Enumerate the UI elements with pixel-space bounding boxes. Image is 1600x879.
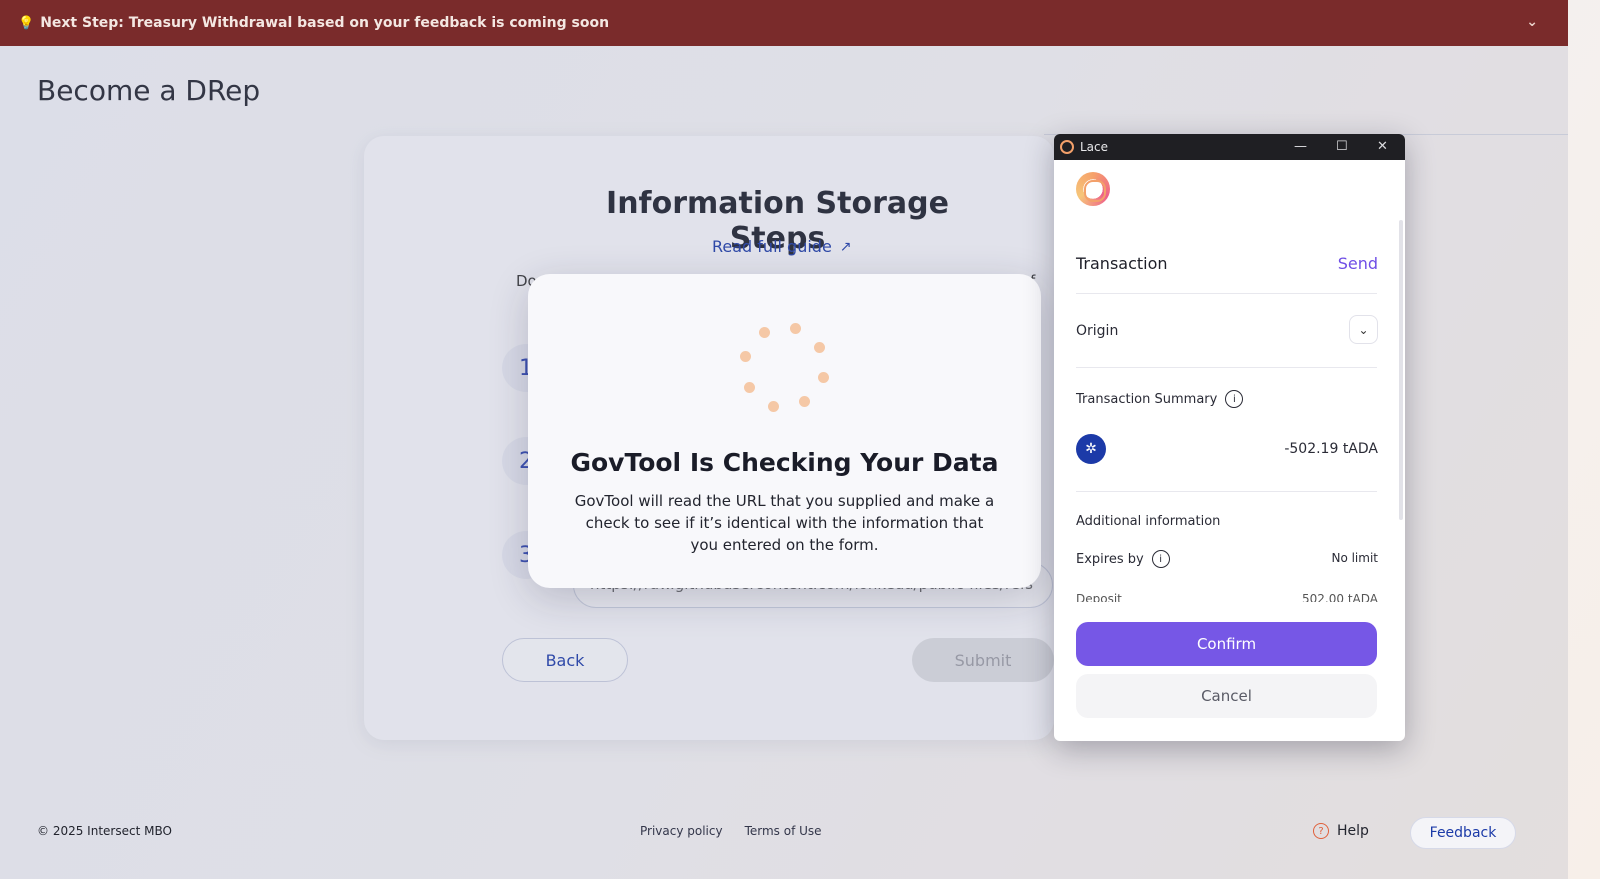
- modal-title: GovTool Is Checking Your Data: [570, 448, 999, 477]
- terms-of-use-link[interactable]: Terms of Use: [745, 824, 822, 838]
- lace-window-title: Lace: [1080, 140, 1109, 154]
- origin-label: Origin: [1076, 323, 1119, 339]
- info-icon[interactable]: i: [1225, 390, 1244, 408]
- close-icon[interactable]: ✕: [1377, 139, 1388, 154]
- lace-app-icon: [1060, 140, 1074, 154]
- divider: [1076, 491, 1377, 492]
- transaction-heading: Transaction: [1076, 254, 1168, 273]
- divider: [1076, 367, 1377, 368]
- chevron-down-icon[interactable]: ⌄: [1526, 14, 1538, 30]
- transaction-amount: -502.19 tADA: [1284, 441, 1378, 457]
- banner-text: Next Step: Treasury Withdrawal based on …: [40, 15, 610, 31]
- origin-expand-button[interactable]: ⌄: [1349, 315, 1378, 344]
- feedback-button[interactable]: Feedback: [1410, 817, 1516, 849]
- info-icon[interactable]: i: [1151, 550, 1170, 568]
- privacy-policy-link[interactable]: Privacy policy: [640, 824, 723, 838]
- checking-data-modal: GovTool Is Checking Your Data GovTool wi…: [528, 274, 1041, 588]
- cancel-button[interactable]: Cancel: [1076, 674, 1377, 718]
- deposit-value: 502.00 tADA: [1302, 592, 1378, 602]
- deposit-label: Deposit: [1076, 592, 1122, 602]
- transaction-summary-label: Transaction Summary i: [1076, 390, 1244, 408]
- cardano-token-icon: ✲: [1076, 434, 1106, 464]
- lace-titlebar[interactable]: Lace — ☐ ✕: [1054, 134, 1405, 160]
- lace-logo-icon: [1076, 172, 1110, 206]
- expires-by-value: No limit: [1331, 551, 1378, 565]
- help-button[interactable]: ? Help: [1313, 823, 1369, 839]
- modal-description: GovTool will read the URL that you suppl…: [574, 492, 995, 554]
- lightbulb-icon: 💡: [18, 15, 35, 31]
- divider: [1076, 293, 1377, 294]
- footer-copyright: © 2025 Intersect MBO: [37, 824, 172, 838]
- confirm-button[interactable]: Confirm: [1076, 622, 1377, 666]
- lace-scrollbar[interactable]: [1399, 220, 1403, 520]
- help-label: Help: [1337, 823, 1369, 839]
- announcement-banner: 💡 Next Step: Treasury Withdrawal based o…: [0, 0, 1568, 46]
- lace-wallet-window: Lace — ☐ ✕ Transaction Send Origin ⌄ Tra…: [1054, 134, 1405, 741]
- help-icon: ?: [1313, 823, 1329, 839]
- expires-by-label: Expires by i: [1076, 550, 1170, 568]
- additional-information-label: Additional information: [1076, 514, 1221, 529]
- minimize-icon[interactable]: —: [1294, 139, 1307, 154]
- send-tag: Send: [1337, 254, 1378, 273]
- maximize-icon[interactable]: ☐: [1336, 139, 1348, 154]
- footer-links: Privacy policy Terms of Use: [640, 824, 822, 838]
